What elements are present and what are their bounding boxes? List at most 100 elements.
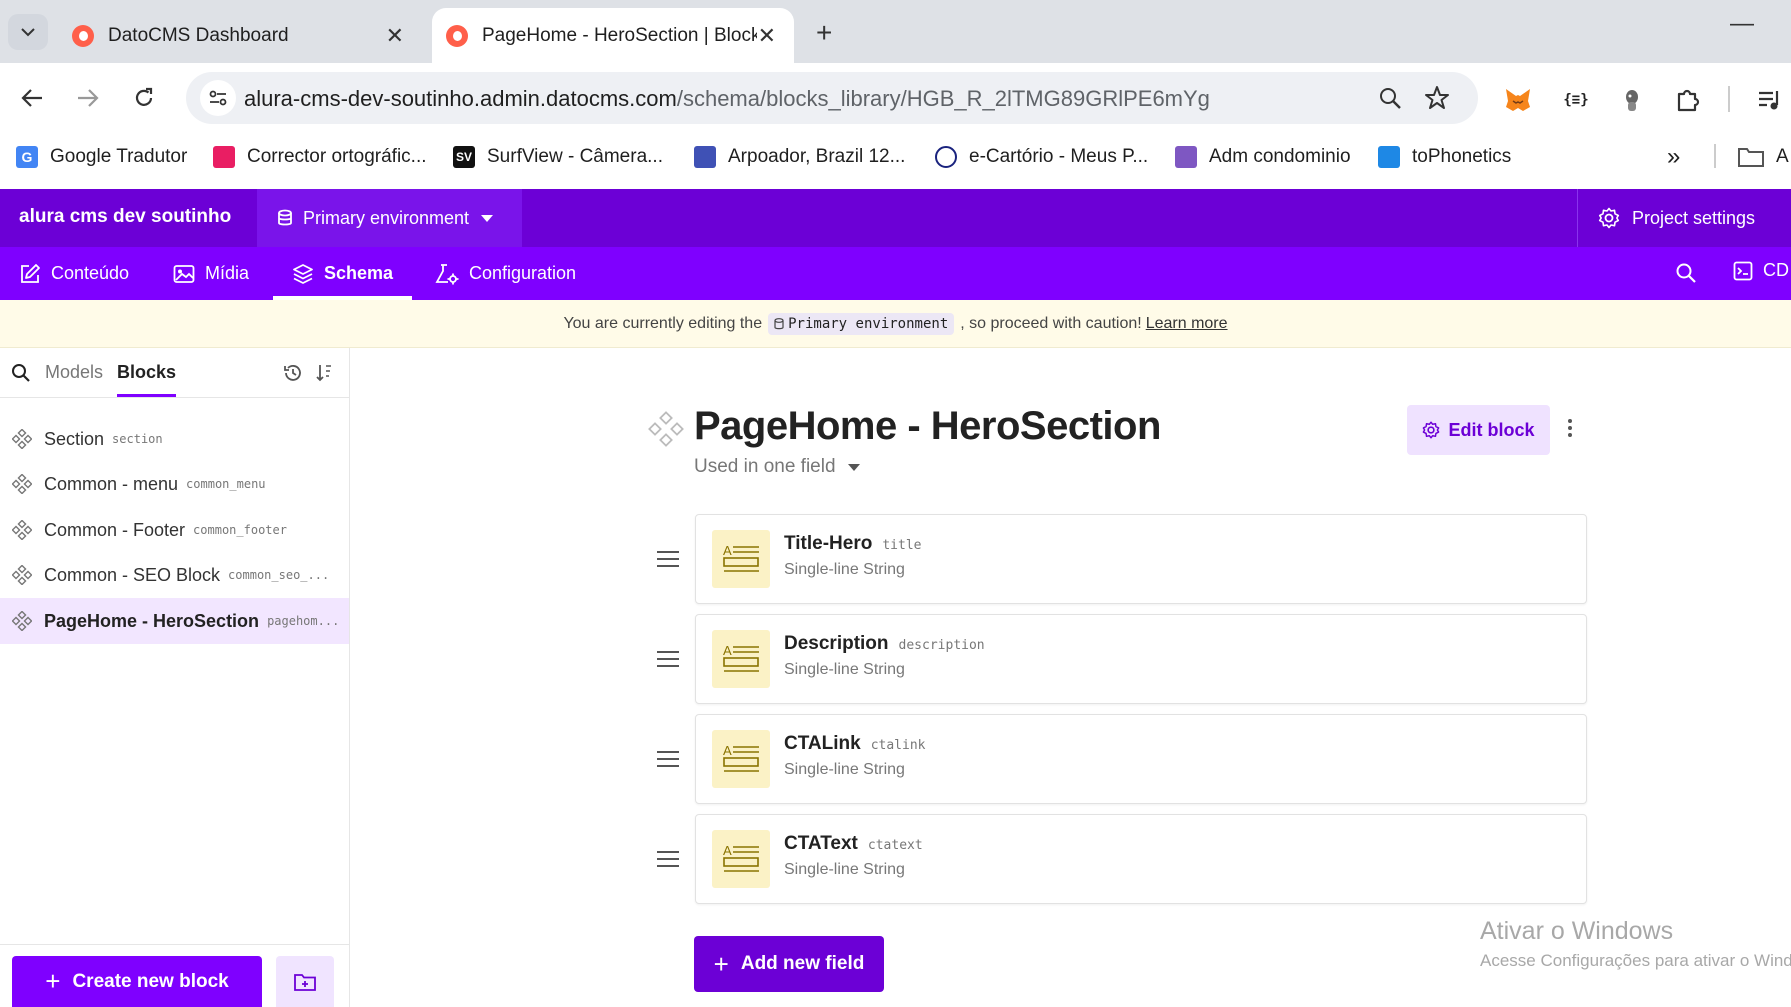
field-api-key: ctatext [867,838,923,853]
corrector-icon [213,146,235,168]
nav-conteudo[interactable]: Conteúdo [19,247,129,300]
sort-icon[interactable] [315,363,333,383]
zoom-icon[interactable] [1378,86,1402,110]
tab-search-button[interactable] [8,14,48,50]
layers-icon [293,263,313,284]
nav-label: Mídia [205,263,250,283]
folder-plus-icon [294,973,316,991]
add-new-field-button[interactable]: + Add new field [694,936,884,992]
project-name[interactable]: alura cms dev soutinho [19,206,231,228]
banner-env-name: Primary environment [788,315,949,332]
extension-robot-icon[interactable] [1616,84,1648,116]
bookmark-adm-condominio[interactable]: Adm condominio [1175,142,1351,172]
sidebar-block-item[interactable]: Section section [0,416,349,462]
block-name: Common - Footer [44,519,186,540]
nav-midia[interactable]: Mídia [173,247,249,300]
text-field-icon: A [712,630,770,688]
drag-handle-icon[interactable] [655,650,681,668]
bookmark-arpoador[interactable]: Arpoador, Brazil 12... [694,142,905,172]
bookmark-surfview[interactable]: SV SurfView - Câmera... [453,142,663,172]
close-tab-icon[interactable]: ✕ [758,23,776,49]
block-api-key: common_seo_... [228,568,330,582]
learn-more-link[interactable]: Learn more [1146,315,1228,333]
block-icon [648,411,684,447]
field-type: Single-line String [784,861,905,878]
minimize-window-button[interactable]: — [1730,10,1754,38]
bookmark-label: SurfView - Câmera... [487,146,663,167]
bookmarks-folder[interactable]: A [1738,142,1789,172]
create-new-block-button[interactable]: + Create new block [12,956,262,1007]
site-info-icon[interactable] [200,80,236,116]
field-name: Title-Hero title [784,533,922,554]
tab-blocks[interactable]: Blocks [117,362,177,397]
browser-tab-active[interactable]: PageHome - HeroSection | Blocks ✕ [432,8,794,63]
used-in-dropdown[interactable]: Used in one field [694,456,860,478]
new-folder-button[interactable] [276,956,334,1007]
forward-button[interactable] [70,80,106,116]
block-icon [12,474,32,494]
sidebar-block-item[interactable]: Common - SEO Block common_seo_... [0,552,349,598]
app-nav [0,247,1791,300]
cda-explorer-button[interactable]: CD [1733,260,1789,281]
tab-title: DatoCMS Dashboard [108,24,289,46]
field-api-key: description [898,638,985,653]
address-bar[interactable]: alura-cms-dev-soutinho.admin.datocms.com… [186,72,1478,124]
database-icon [774,317,784,329]
field-row[interactable]: A Title-Hero title Single-line String [695,514,1587,604]
block-icon [12,429,32,449]
field-name: CTAText ctatext [784,833,923,854]
bookmark-tophonetics[interactable]: toPhonetics [1378,142,1511,172]
search-icon[interactable] [1675,262,1697,284]
text-field-icon: A [712,730,770,788]
tophonetics-icon [1378,146,1400,168]
new-tab-button[interactable]: + [816,17,832,49]
back-button[interactable] [14,80,50,116]
drag-handle-icon[interactable] [655,550,681,568]
gear-icon [1423,421,1440,439]
bookmark-label: Corrector ortográfic... [247,146,427,167]
database-icon [278,209,292,226]
environment-warning-banner: You are currently editing the Primary en… [0,300,1791,348]
datocms-favicon-icon [72,24,94,47]
block-api-key: common_footer [193,523,287,537]
bookmarks-divider [1714,144,1716,168]
svg-text:A: A [723,643,732,658]
nav-configuration[interactable]: Configuration [435,247,576,300]
sidebar-block-item-active[interactable]: PageHome - HeroSection pagehom... [0,598,349,644]
image-icon [173,264,195,283]
field-row[interactable]: A Description description Single-line Str… [695,614,1587,704]
close-tab-icon[interactable]: ✕ [386,23,404,49]
field-row[interactable]: A CTAText ctatext Single-line String [695,814,1587,904]
url-text[interactable]: alura-cms-dev-soutinho.admin.datocms.com… [244,86,1210,112]
more-options-icon[interactable] [1567,418,1573,438]
project-settings-button[interactable]: Project settings [1577,189,1778,247]
bookmark-label: Google Tradutor [50,146,188,167]
sidebar-block-item[interactable]: Common - menu common_menu [0,461,349,507]
field-row[interactable]: A CTALink ctalink Single-line String [695,714,1587,804]
extensions-puzzle-icon[interactable] [1672,84,1704,116]
sidebar-search-icon[interactable] [11,363,31,383]
field-type: Single-line String [784,761,905,778]
tab-models[interactable]: Models [45,362,103,383]
edit-block-button[interactable]: Edit block [1407,405,1550,455]
google-translate-icon: G [16,146,38,168]
environment-label: Primary environment [303,207,470,228]
bookmark-label: Arpoador, Brazil 12... [728,146,906,167]
bookmark-corrector[interactable]: Corrector ortográfic... [213,142,427,172]
sidebar-block-item[interactable]: Common - Footer common_footer [0,507,349,553]
nav-schema[interactable]: Schema [273,247,413,300]
bookmark-star-icon[interactable] [1424,85,1450,111]
history-icon[interactable] [283,363,303,383]
json-extension-icon[interactable]: {≡} [1560,84,1592,116]
bookmarks-overflow-button[interactable]: » [1667,142,1680,172]
drag-handle-icon[interactable] [655,850,681,868]
drag-handle-icon[interactable] [655,750,681,768]
metamask-extension-icon[interactable] [1502,84,1534,116]
browser-tab[interactable]: DatoCMS Dashboard ✕ [72,8,422,63]
bookmark-label: e-Cartório - Meus P... [969,146,1149,167]
reload-button[interactable] [126,80,162,116]
bookmark-google-tradutor[interactable]: G Google Tradutor [16,142,187,172]
environment-switcher[interactable]: Primary environment [257,189,522,247]
media-controls-icon[interactable] [1754,84,1786,116]
bookmark-ecartorio[interactable]: e-Cartório - Meus P... [935,142,1148,172]
